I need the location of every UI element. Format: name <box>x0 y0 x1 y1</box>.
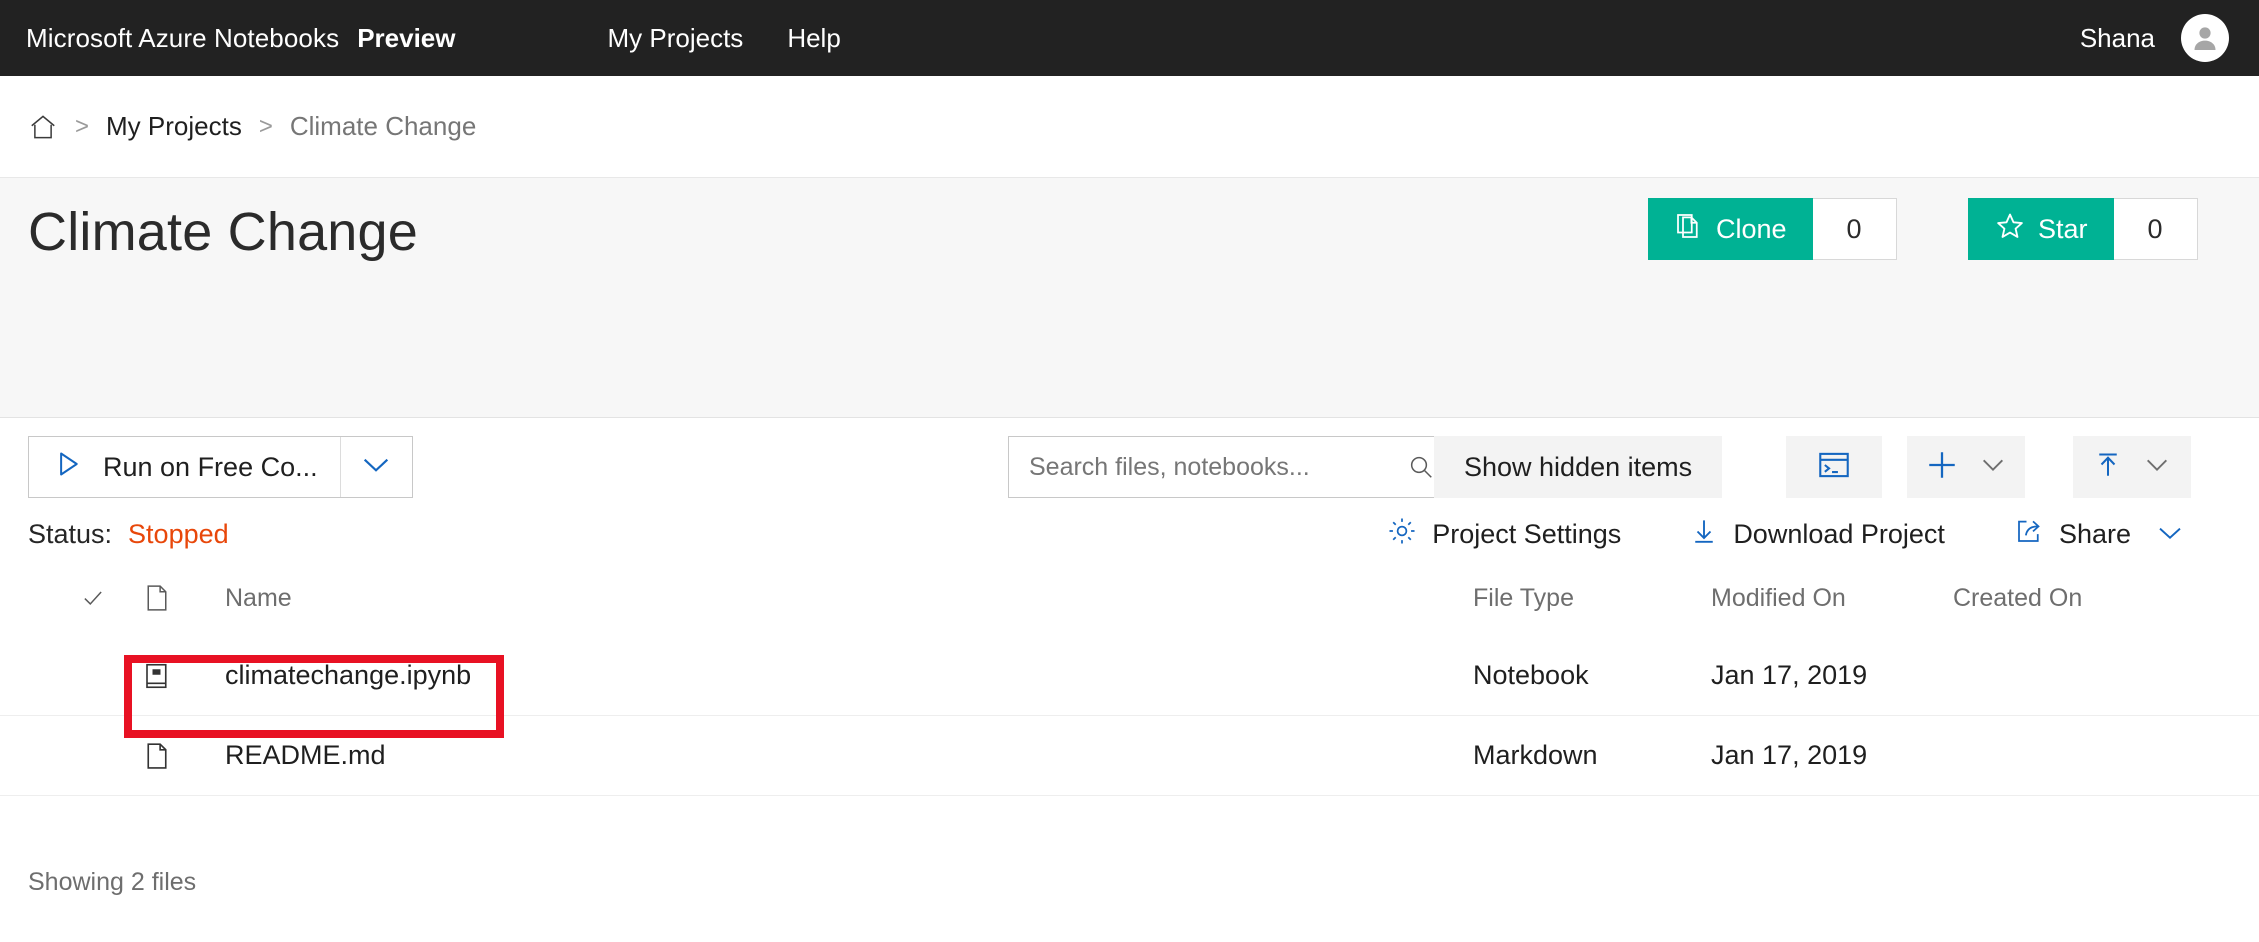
run-button-dropdown[interactable] <box>340 437 412 497</box>
project-actions: Project Settings Download Project <box>1352 503 2219 565</box>
terminal-icon <box>1817 450 1851 485</box>
column-header-file-type[interactable]: File Type <box>1473 584 1711 613</box>
status-label: Status: <box>28 519 112 550</box>
column-header-name[interactable]: Name <box>188 584 1473 613</box>
file-type-cell: Notebook <box>1473 660 1711 691</box>
select-all-checkmark-icon[interactable] <box>60 585 126 611</box>
column-header-created-on[interactable]: Created On <box>1953 584 2193 613</box>
file-type-cell: Markdown <box>1473 740 1711 771</box>
search-input[interactable] <box>1009 453 1407 482</box>
file-link-readme[interactable]: README.md <box>225 740 386 770</box>
run-button-group: Run on Free Co... <box>28 436 413 498</box>
file-icon <box>126 741 188 771</box>
new-item-button[interactable] <box>1907 436 2025 498</box>
files-toolbar: Run on Free Co... Show hidden items <box>0 436 2259 498</box>
top-navigation-bar: Microsoft Azure Notebooks Preview My Pro… <box>0 0 2259 76</box>
brand-title: Microsoft Azure Notebooks <box>26 23 339 54</box>
download-arrow-icon <box>1689 515 1719 554</box>
chevron-down-icon <box>360 454 392 481</box>
nav-item-my-projects[interactable]: My Projects <box>586 23 766 54</box>
clone-button-label: Clone <box>1716 214 1787 245</box>
share-button[interactable]: Share <box>1979 516 2219 553</box>
copy-icon <box>1674 211 1704 248</box>
show-hidden-items-label: Show hidden items <box>1464 452 1692 483</box>
table-row[interactable]: climatechange.ipynb Notebook Jan 17, 201… <box>0 636 2259 716</box>
breadcrumb-separator-1: > <box>75 113 89 141</box>
breadcrumb-separator-2: > <box>259 113 273 141</box>
plus-icon <box>1925 448 1959 487</box>
modified-on-cell: Jan 17, 2019 <box>1711 740 1953 771</box>
files-table: Name File Type Modified On Created On cl… <box>0 560 2259 796</box>
download-project-label: Download Project <box>1733 519 1945 550</box>
show-hidden-items-button[interactable]: Show hidden items <box>1434 436 1722 498</box>
chevron-down-icon <box>1979 455 2007 480</box>
files-count-footer: Showing 2 files <box>28 868 196 897</box>
clone-count[interactable]: 0 <box>1813 198 1897 260</box>
play-icon <box>53 449 83 486</box>
column-header-modified-on[interactable]: Modified On <box>1711 584 1953 613</box>
upload-icon <box>2093 449 2123 486</box>
share-icon <box>2013 516 2045 553</box>
share-label: Share <box>2059 519 2131 550</box>
clone-button-group: Clone 0 <box>1648 198 1897 260</box>
table-row[interactable]: README.md Markdown Jan 17, 2019 <box>0 716 2259 796</box>
home-icon[interactable] <box>28 112 58 142</box>
status-badge: Stopped <box>128 519 229 550</box>
modified-on-cell: Jan 17, 2019 <box>1711 660 1953 691</box>
chevron-down-icon <box>2155 519 2185 550</box>
clone-button[interactable]: Clone <box>1648 198 1813 260</box>
primary-nav: My Projects Help <box>586 23 863 54</box>
search-box <box>1008 436 1456 498</box>
download-project-button[interactable]: Download Project <box>1655 515 1979 554</box>
star-button-group: Star 0 <box>1968 198 2198 260</box>
preview-badge: Preview <box>357 23 455 54</box>
account-area: Shana <box>2080 14 2229 62</box>
star-icon <box>1994 210 2026 249</box>
run-button-label: Run on Free Co... <box>103 452 318 483</box>
project-header-band: Climate Change Clone 0 <box>0 178 2259 418</box>
upload-button[interactable] <box>2073 436 2191 498</box>
star-button-label: Star <box>2038 214 2088 245</box>
table-header-row: Name File Type Modified On Created On <box>0 560 2259 636</box>
account-username: Shana <box>2080 23 2155 54</box>
file-type-column-icon <box>126 583 188 613</box>
gear-icon <box>1386 515 1418 554</box>
project-settings-button[interactable]: Project Settings <box>1352 515 1655 554</box>
breadcrumb: > My Projects > Climate Change <box>0 76 2259 178</box>
run-on-free-compute-button[interactable]: Run on Free Co... <box>29 437 340 497</box>
chevron-down-icon <box>2143 455 2171 480</box>
star-button[interactable]: Star <box>1968 198 2114 260</box>
breadcrumb-item-my-projects[interactable]: My Projects <box>106 111 242 142</box>
breadcrumb-item-climate-change: Climate Change <box>290 111 476 142</box>
star-count[interactable]: 0 <box>2114 198 2198 260</box>
notebook-icon <box>126 661 188 691</box>
file-name-cell: README.md <box>188 740 1473 771</box>
page-root: Microsoft Azure Notebooks Preview My Pro… <box>0 0 2259 942</box>
open-terminal-button[interactable] <box>1786 436 1882 498</box>
nav-item-help[interactable]: Help <box>765 23 862 54</box>
file-name-cell: climatechange.ipynb <box>188 660 1473 691</box>
file-link-climatechange[interactable]: climatechange.ipynb <box>225 660 471 690</box>
user-avatar-icon[interactable] <box>2181 14 2229 62</box>
project-settings-label: Project Settings <box>1432 519 1621 550</box>
page-title: Climate Change <box>28 201 418 263</box>
